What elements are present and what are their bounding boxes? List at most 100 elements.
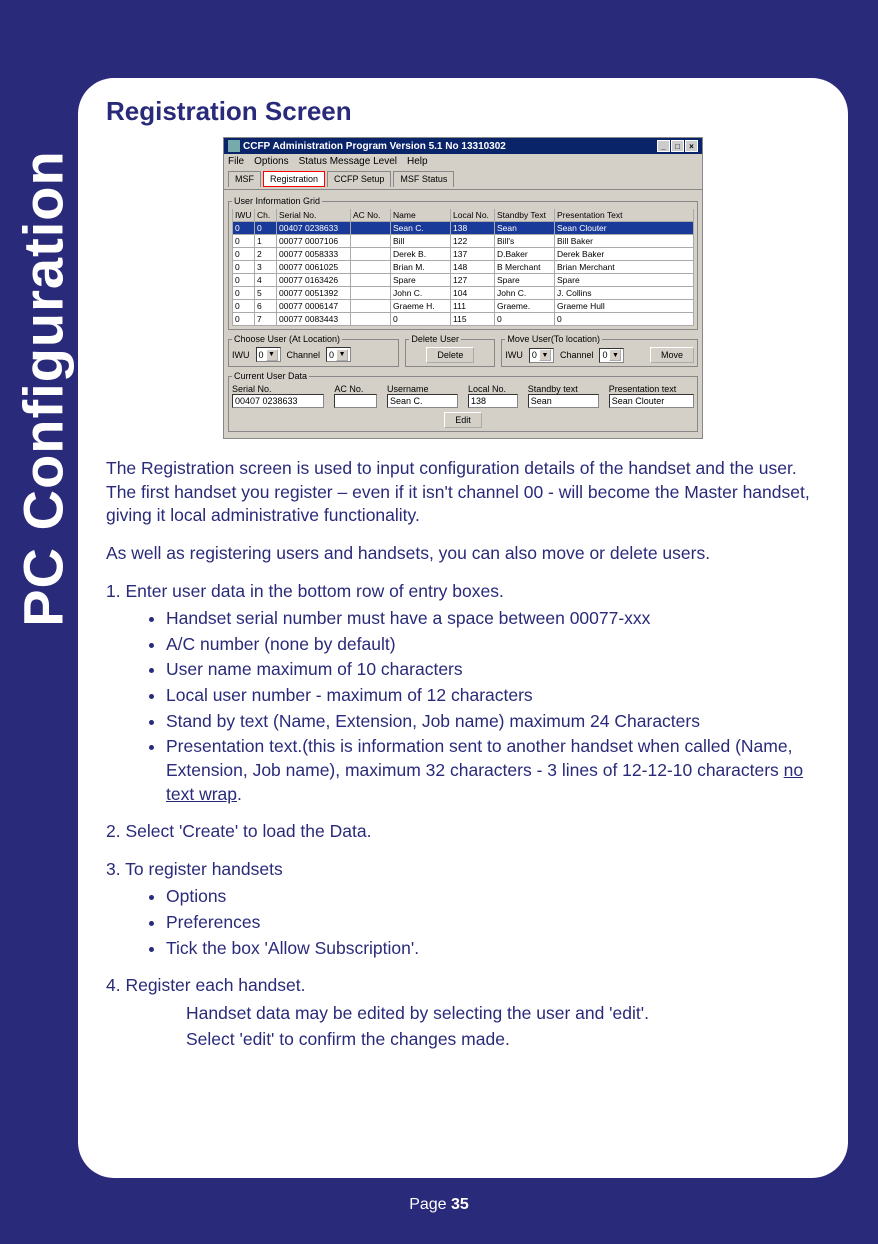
menu-help[interactable]: Help bbox=[407, 156, 428, 167]
cell: Derek Baker bbox=[555, 248, 694, 261]
cell: Graeme. bbox=[495, 300, 555, 313]
menu-file[interactable]: File bbox=[228, 156, 244, 167]
current-user-legend: Current User Data bbox=[232, 371, 309, 381]
cell: 0 bbox=[255, 222, 277, 235]
para-2: As well as registering users and handset… bbox=[106, 542, 820, 566]
step-3: 3. To register handsets bbox=[106, 858, 820, 882]
cell: Bill Baker bbox=[555, 235, 694, 248]
user-info-grid-legend: User Information Grid bbox=[232, 196, 322, 206]
cell: Graeme Hull bbox=[555, 300, 694, 313]
maximize-button[interactable]: □ bbox=[671, 140, 684, 152]
cell: 00077 0163426 bbox=[277, 274, 351, 287]
step-3-bullets: Options Preferences Tick the box 'Allow … bbox=[166, 885, 820, 960]
cell: D.Baker bbox=[495, 248, 555, 261]
tab-msf[interactable]: MSF bbox=[228, 171, 261, 187]
table-row[interactable]: 0700077 0083443011500 bbox=[233, 313, 694, 326]
move-iwu-select[interactable]: 0▼ bbox=[529, 348, 554, 363]
delete-user-legend: Delete User bbox=[409, 334, 461, 344]
bullet: Preferences bbox=[166, 911, 820, 935]
cell: 0 bbox=[233, 248, 255, 261]
edit-button[interactable]: Edit bbox=[444, 412, 482, 428]
choose-iwu-select[interactable]: 0▼ bbox=[256, 347, 281, 362]
cell: J. Collins bbox=[555, 287, 694, 300]
tab-ccfp-setup[interactable]: CCFP Setup bbox=[327, 171, 391, 187]
cell: 127 bbox=[451, 274, 495, 287]
cell bbox=[351, 274, 391, 287]
user-info-grid-group: User Information Grid IWU Ch. Serial No.… bbox=[228, 196, 698, 330]
user-grid: IWU Ch. Serial No. AC No. Name Local No.… bbox=[232, 209, 694, 326]
col-standby: Standby Text bbox=[495, 209, 555, 222]
move-user-group: Move User(To location) IWU 0▼ Channel 0▼… bbox=[501, 334, 698, 367]
step-4-sub1: Handset data may be edited by selecting … bbox=[186, 1002, 820, 1026]
panel: User Information Grid IWU Ch. Serial No.… bbox=[224, 190, 702, 438]
cur-ac-label: AC No. bbox=[334, 384, 377, 394]
table-row[interactable]: 0500077 0051392John C.104John C.J. Colli… bbox=[233, 287, 694, 300]
chevron-down-icon: ▼ bbox=[266, 349, 278, 361]
cell bbox=[351, 287, 391, 300]
cell: Bill's bbox=[495, 235, 555, 248]
step-2: 2. Select 'Create' to load the Data. bbox=[106, 820, 820, 844]
move-channel-select[interactable]: 0▼ bbox=[599, 348, 624, 363]
menu-options[interactable]: Options bbox=[254, 156, 288, 167]
cell: 3 bbox=[255, 261, 277, 274]
cell: 0 bbox=[233, 287, 255, 300]
choose-user-legend: Choose User (At Location) bbox=[232, 334, 342, 344]
cur-presentation-label: Presentation text bbox=[609, 384, 694, 394]
table-row[interactable]: 0600077 0006147Graeme H.111Graeme.Graeme… bbox=[233, 300, 694, 313]
cell: Graeme H. bbox=[391, 300, 451, 313]
table-row[interactable]: 0100077 0007106Bill122Bill'sBill Baker bbox=[233, 235, 694, 248]
choose-channel-select[interactable]: 0▼ bbox=[326, 347, 351, 362]
col-name: Name bbox=[391, 209, 451, 222]
move-button[interactable]: Move bbox=[650, 347, 694, 363]
cell: 0 bbox=[233, 300, 255, 313]
bullet: Tick the box 'Allow Subscription'. bbox=[166, 937, 820, 961]
cell: Derek B. bbox=[391, 248, 451, 261]
cur-serial-input[interactable] bbox=[232, 394, 324, 408]
titlebar: CCFP Administration Program Version 5.1 … bbox=[224, 138, 702, 154]
minimize-button[interactable]: _ bbox=[657, 140, 670, 152]
cell: 7 bbox=[255, 313, 277, 326]
col-ch: Ch. bbox=[255, 209, 277, 222]
chevron-down-icon: ▼ bbox=[609, 349, 621, 361]
cell: Sean bbox=[495, 222, 555, 235]
side-tab-label: PC Configuration bbox=[11, 150, 76, 626]
close-button[interactable]: × bbox=[685, 140, 698, 152]
tab-registration[interactable]: Registration bbox=[263, 171, 325, 187]
cell: 138 bbox=[451, 222, 495, 235]
cur-username-input[interactable] bbox=[387, 394, 458, 408]
cell: John C. bbox=[495, 287, 555, 300]
cur-standby-input[interactable] bbox=[528, 394, 599, 408]
move-channel-label: Channel bbox=[560, 350, 594, 360]
bullet: User name maximum of 10 characters bbox=[166, 658, 820, 682]
delete-button[interactable]: Delete bbox=[426, 347, 474, 363]
step-4: 4. Register each handset. bbox=[106, 974, 820, 998]
menu-status-message-level[interactable]: Status Message Level bbox=[299, 156, 397, 167]
step-1-bullets: Handset serial number must have a space … bbox=[166, 607, 820, 806]
chevron-down-icon: ▼ bbox=[336, 349, 348, 361]
cell: 5 bbox=[255, 287, 277, 300]
choose-iwu-label: IWU bbox=[232, 350, 250, 360]
cur-local-input[interactable] bbox=[468, 394, 518, 408]
cell: 00077 0051392 bbox=[277, 287, 351, 300]
col-local: Local No. bbox=[451, 209, 495, 222]
cell: 0 bbox=[233, 235, 255, 248]
table-row[interactable]: 0000407 0238633Sean C.138SeanSean Cloute… bbox=[233, 222, 694, 235]
page-card: Registration Screen CCFP Administration … bbox=[78, 78, 848, 1178]
tab-msf-status[interactable]: MSF Status bbox=[393, 171, 454, 187]
cur-presentation-input[interactable] bbox=[609, 394, 694, 408]
col-ac: AC No. bbox=[351, 209, 391, 222]
cell: Brian Merchant bbox=[555, 261, 694, 274]
cell: 0 bbox=[233, 274, 255, 287]
table-row[interactable]: 0400077 0163426Spare127SpareSpare bbox=[233, 274, 694, 287]
page-title: Registration Screen bbox=[106, 96, 820, 127]
cell: 6 bbox=[255, 300, 277, 313]
cell: 00077 0007106 bbox=[277, 235, 351, 248]
choose-user-group: Choose User (At Location) IWU 0▼ Channel… bbox=[228, 334, 399, 367]
table-row[interactable]: 0300077 0061025Brian M.148B MerchantBria… bbox=[233, 261, 694, 274]
table-row[interactable]: 0200077 0058333Derek B.137D.BakerDerek B… bbox=[233, 248, 694, 261]
bullet: A/C number (none by default) bbox=[166, 633, 820, 657]
step-1: 1. Enter user data in the bottom row of … bbox=[106, 580, 820, 604]
cur-ac-input[interactable] bbox=[334, 394, 377, 408]
cell: 0 bbox=[233, 261, 255, 274]
cell: 00407 0238633 bbox=[277, 222, 351, 235]
